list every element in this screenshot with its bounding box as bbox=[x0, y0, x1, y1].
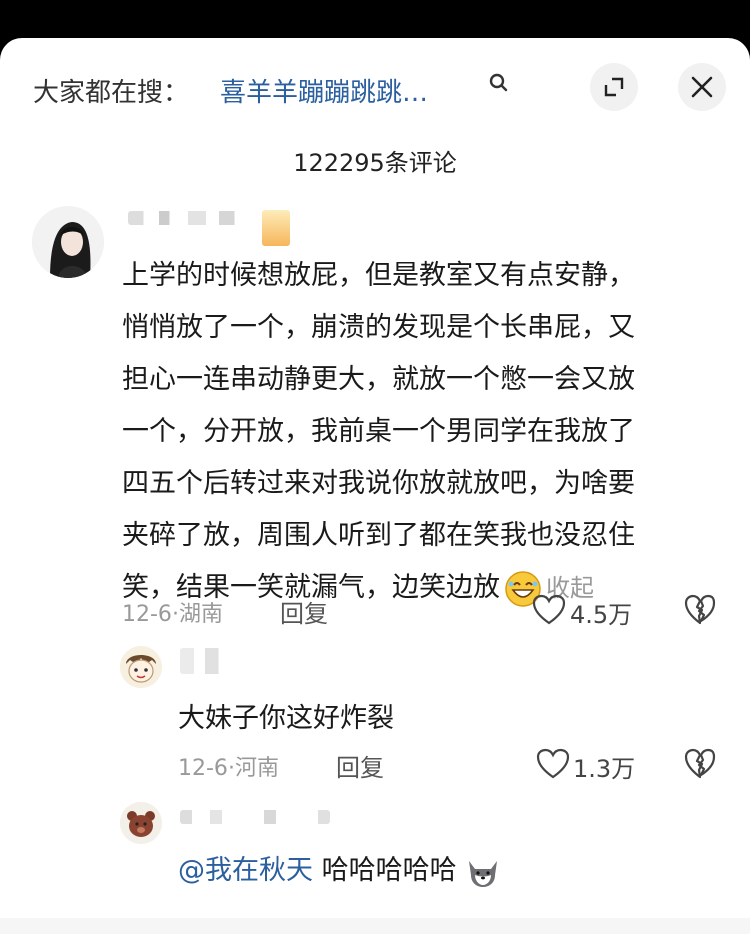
input-bar-edge bbox=[0, 918, 750, 934]
comment-location: 湖南 bbox=[178, 602, 223, 627]
avatar-cartoon bbox=[120, 646, 162, 688]
broken-heart-icon[interactable] bbox=[684, 748, 716, 780]
search-icon[interactable] bbox=[488, 72, 510, 94]
comment-date: 12-6·湖南 bbox=[122, 602, 223, 627]
mention-link[interactable]: @我在秋天 bbox=[178, 855, 313, 886]
like-count: 1.3万 bbox=[573, 755, 636, 783]
broken-heart-icon[interactable] bbox=[684, 594, 716, 626]
close-button[interactable] bbox=[678, 63, 726, 111]
expand-icon bbox=[604, 77, 624, 97]
username-redacted bbox=[180, 648, 235, 674]
like-count: 4.5万 bbox=[570, 601, 633, 629]
close-icon bbox=[691, 76, 713, 98]
search-query[interactable]: 喜羊羊蹦蹦跳跳… bbox=[220, 72, 428, 109]
avatar-portrait bbox=[32, 206, 104, 278]
reply-button[interactable]: 回复 bbox=[336, 748, 384, 783]
shiba-emoji-icon bbox=[469, 860, 498, 887]
username-redacted bbox=[128, 211, 258, 225]
reply-text: 哈哈哈哈哈 bbox=[321, 855, 457, 886]
comment-count: 122295条评论 bbox=[293, 149, 457, 177]
comment-line: 担心一连串动静更大，就放一个憋一会又放 bbox=[122, 364, 635, 395]
comment-line: 悄悄放了一个，崩溃的发现是个长串屁，又 bbox=[122, 312, 635, 343]
comment-date-value: 12-6 bbox=[122, 602, 172, 627]
username-redacted bbox=[180, 810, 330, 824]
comment-line: 夹碎了放，周围人听到了都在笑我也没忍住 bbox=[122, 520, 635, 551]
heart-icon[interactable] bbox=[536, 748, 570, 780]
search-label: 大家都在搜： bbox=[33, 78, 190, 108]
reply-date: 12-6·河南 bbox=[178, 756, 279, 781]
avatar[interactable] bbox=[32, 206, 104, 278]
comment-line: 一个，分开放，我前桌一个男同学在我放了 bbox=[122, 416, 635, 447]
reply-button[interactable]: 回复 bbox=[280, 594, 328, 629]
reply-body: 大妹子你这好炸裂 bbox=[178, 703, 394, 734]
comment-line: 四五个后转过来对我说你放就放吧，为啥要 bbox=[122, 468, 635, 499]
reply-date-value: 12-6 bbox=[178, 756, 228, 781]
comment-sheet: 大家都在搜： 喜羊羊蹦蹦跳跳… 122295条评论 上学的时候想放屁，但是教室又… bbox=[0, 38, 750, 934]
comment-line: 上学的时候想放屁，但是教室又有点安静， bbox=[122, 260, 635, 291]
heart-icon[interactable] bbox=[532, 594, 566, 626]
reply-location: 河南 bbox=[234, 756, 279, 781]
avatar[interactable] bbox=[120, 646, 162, 688]
avatar[interactable] bbox=[120, 802, 162, 844]
user-badge bbox=[262, 210, 290, 246]
avatar-bear bbox=[120, 802, 162, 844]
reply-body: @我在秋天 哈哈哈哈哈 bbox=[178, 848, 501, 889]
comment-body: 上学的时候想放屁，但是教室又有点安静， 悄悄放了一个，崩溃的发现是个长串屁，又 … bbox=[122, 250, 722, 614]
expand-button[interactable] bbox=[590, 63, 638, 111]
